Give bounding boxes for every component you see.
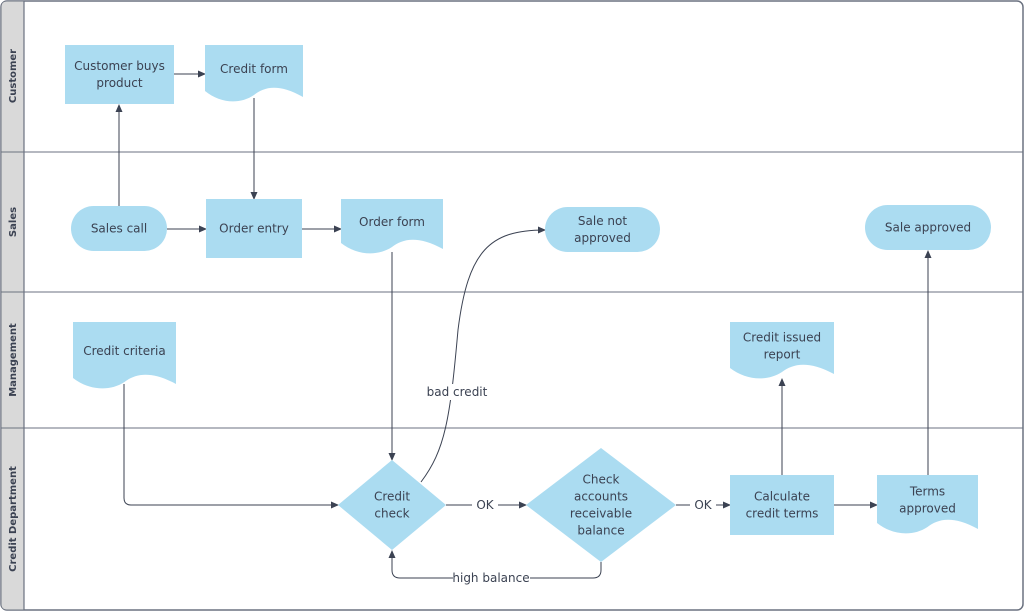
node-sale-not-approved[interactable]: Sale not approved <box>545 207 660 252</box>
node-calculate-terms[interactable]: Calculate credit terms <box>730 475 834 535</box>
process-shape <box>730 475 834 535</box>
process-shape <box>65 45 174 104</box>
edge-label-ok-1: OK <box>476 498 494 512</box>
node-label: Check <box>583 473 620 487</box>
node-label: Calculate <box>754 490 810 504</box>
node-label: Terms <box>909 485 945 499</box>
node-label: Credit <box>374 490 410 504</box>
swimlane-flowchart: Customer Sales Management Credit Departm… <box>0 0 1024 611</box>
node-label: report <box>764 348 801 362</box>
node-label: Customer buys <box>74 59 165 73</box>
node-label: receivable <box>570 507 632 521</box>
node-label: balance <box>577 524 624 538</box>
node-label: Sale not <box>578 214 627 228</box>
node-label: Credit form <box>220 62 288 76</box>
node-label: product <box>96 76 142 90</box>
node-label: approved <box>574 231 631 245</box>
edge-label-bad-credit: bad credit <box>427 385 488 399</box>
lane-label-sales: Sales <box>8 207 19 237</box>
node-label: accounts <box>574 490 628 504</box>
edge-label-high-balance: high balance <box>452 571 529 585</box>
node-order-entry[interactable]: Order entry <box>206 199 302 258</box>
node-label: Credit criteria <box>83 344 165 358</box>
node-label: Credit issued <box>743 331 821 345</box>
node-label: check <box>374 507 409 521</box>
node-label: Order form <box>359 215 425 229</box>
lane-label-credit-department: Credit Department <box>8 466 19 572</box>
node-customer-buys[interactable]: Customer buys product <box>65 45 174 104</box>
edge-label-ok-2: OK <box>694 498 712 512</box>
node-label: approved <box>899 502 956 516</box>
node-label: credit terms <box>746 507 819 521</box>
lane-label-management: Management <box>8 323 19 397</box>
node-label: Sales call <box>91 222 147 236</box>
node-label: Order entry <box>219 222 289 236</box>
node-sale-approved[interactable]: Sale approved <box>865 205 991 250</box>
node-label: Sale approved <box>885 221 971 235</box>
lane-label-customer: Customer <box>8 49 19 103</box>
node-sales-call[interactable]: Sales call <box>71 206 167 251</box>
